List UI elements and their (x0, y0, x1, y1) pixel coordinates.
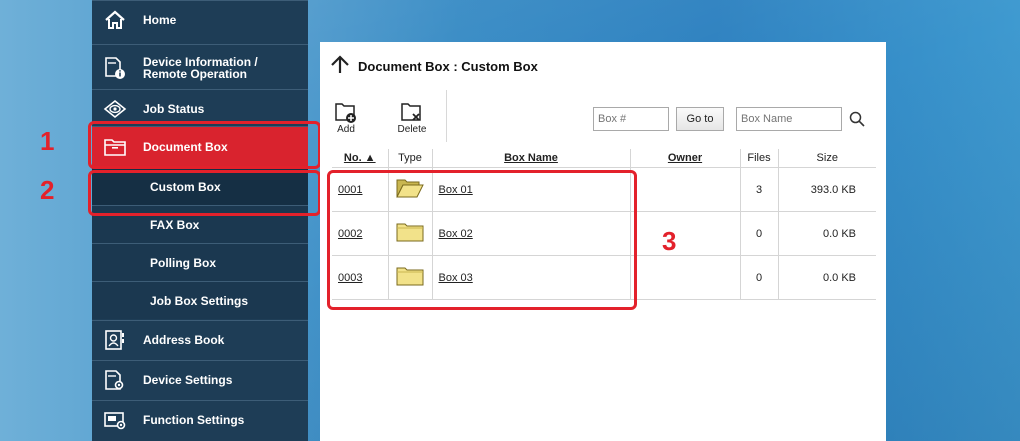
sidebar-item-label: Device Settings (143, 372, 233, 387)
sidebar-item-label: Polling Box (150, 255, 216, 270)
device-info-icon (102, 56, 128, 80)
callout-number-2: 2 (40, 175, 55, 205)
sidebar-item-label-line2: Remote Operation (143, 66, 248, 81)
sidebar: Home Device Information / Remote Operati… (92, 0, 308, 441)
owner-cell (629, 211, 741, 256)
page-title: Document Box : Custom Box (330, 55, 538, 78)
size-cell: 393.0 KB (777, 167, 876, 212)
sidebar-item-device-information[interactable]: Device Information / Remote Operation (92, 44, 308, 90)
sidebar-item-address-book[interactable]: Address Book (92, 320, 308, 358)
column-header-box-name[interactable]: Box Name (431, 149, 631, 168)
sidebar-item-label: Home (143, 12, 177, 27)
sidebar-item-label: Function Settings (143, 412, 245, 427)
callout-box-1 (88, 121, 321, 169)
owner-cell (629, 167, 741, 212)
delete-label: Delete (397, 124, 427, 135)
up-arrow-icon[interactable] (330, 55, 350, 78)
toolbar-divider (446, 90, 447, 142)
sidebar-item-label: Job Status (143, 101, 205, 116)
size-cell: 0.0 KB (777, 211, 876, 256)
table-header-row: No. ▲ Type Box Name Owner Files Size (332, 149, 876, 168)
sidebar-item-label: Job Box Settings (150, 293, 249, 308)
sidebar-item-device-settings[interactable]: Device Settings (92, 360, 308, 398)
size-cell: 0.0 KB (777, 255, 876, 300)
address-book-icon (102, 328, 128, 352)
home-icon (102, 8, 128, 32)
sidebar-item-polling-box[interactable]: Polling Box (92, 243, 308, 281)
callout-number-1: 1 (40, 126, 55, 156)
files-cell: 0 (739, 211, 779, 256)
go-to-button[interactable]: Go to (676, 107, 724, 131)
column-header-files: Files (739, 149, 779, 168)
files-cell: 3 (739, 167, 779, 212)
callout-box-2 (88, 170, 321, 216)
box-number-input[interactable] (593, 107, 669, 131)
column-header-type: Type (387, 149, 433, 168)
callout-number-3: 3 (662, 226, 677, 256)
column-header-owner[interactable]: Owner (629, 149, 741, 168)
sidebar-item-function-settings[interactable]: Function Settings (92, 400, 308, 438)
page-title-text: Document Box : Custom Box (358, 59, 538, 74)
function-settings-icon (102, 408, 128, 432)
callout-box-3 (327, 170, 637, 310)
device-settings-icon (102, 368, 128, 392)
delete-button[interactable]: Delete (392, 96, 432, 135)
delete-folder-icon (392, 96, 432, 124)
box-name-input[interactable] (736, 107, 842, 131)
add-button[interactable]: Add (326, 96, 366, 135)
add-label: Add (337, 124, 355, 135)
files-cell: 0 (739, 255, 779, 300)
sidebar-item-home[interactable]: Home (92, 0, 308, 38)
column-header-size: Size (777, 149, 876, 168)
eye-icon (102, 97, 128, 121)
search-icon[interactable] (848, 110, 866, 133)
add-folder-icon (326, 96, 366, 124)
sidebar-item-label: FAX Box (150, 217, 200, 232)
column-header-no[interactable]: No. ▲ (332, 149, 389, 168)
sidebar-item-job-box-settings[interactable]: Job Box Settings (92, 281, 308, 319)
owner-cell (629, 255, 741, 300)
sidebar-item-label: Address Book (143, 332, 225, 347)
